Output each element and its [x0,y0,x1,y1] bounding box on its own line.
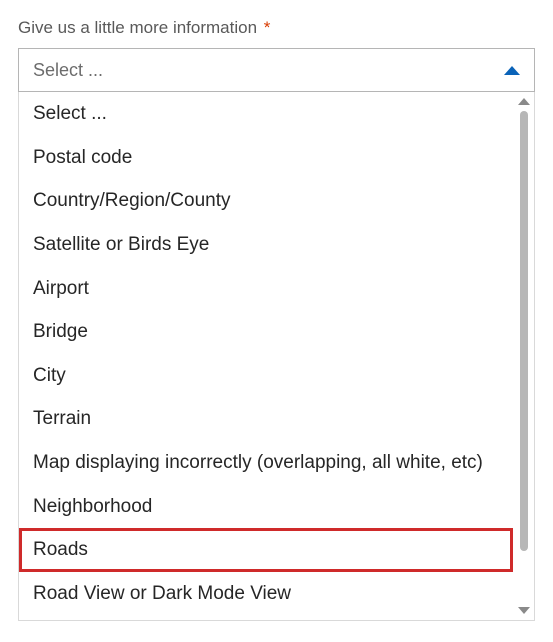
scroll-thumb[interactable] [520,111,528,551]
dropdown-option[interactable]: Bridge [19,310,513,354]
dropdown-option[interactable]: Satellite or Birds Eye [19,223,513,267]
dropdown-panel: Select ...Postal codeCountry/Region/Coun… [18,92,535,621]
scrollbar[interactable] [513,92,534,620]
dropdown-option[interactable]: Road View or Dark Mode View [19,572,513,616]
dropdown-option[interactable]: Map displaying incorrectly (overlapping,… [19,441,513,485]
dropdown-option[interactable]: Airport [19,267,513,311]
dropdown-option[interactable]: Select ... [19,92,513,136]
scroll-up-icon[interactable] [518,98,530,105]
dropdown-list: Select ...Postal codeCountry/Region/Coun… [19,92,513,620]
dropdown-option[interactable]: City [19,354,513,398]
dropdown-option[interactable]: Roads [19,528,513,572]
required-asterisk: * [264,18,271,37]
scroll-down-icon[interactable] [518,607,530,614]
dropdown-option[interactable]: Postal code [19,136,513,180]
chevron-up-icon [504,66,520,75]
scroll-track[interactable] [520,111,528,601]
dropdown-option[interactable]: Neighborhood [19,485,513,529]
field-label-text: Give us a little more information [18,18,257,37]
dropdown-option[interactable]: Country/Region/County [19,179,513,223]
field-label: Give us a little more information * [18,18,535,38]
dropdown-option[interactable]: Terrain [19,397,513,441]
select-value: Select ... [33,60,103,81]
more-info-select[interactable]: Select ... [18,48,535,92]
